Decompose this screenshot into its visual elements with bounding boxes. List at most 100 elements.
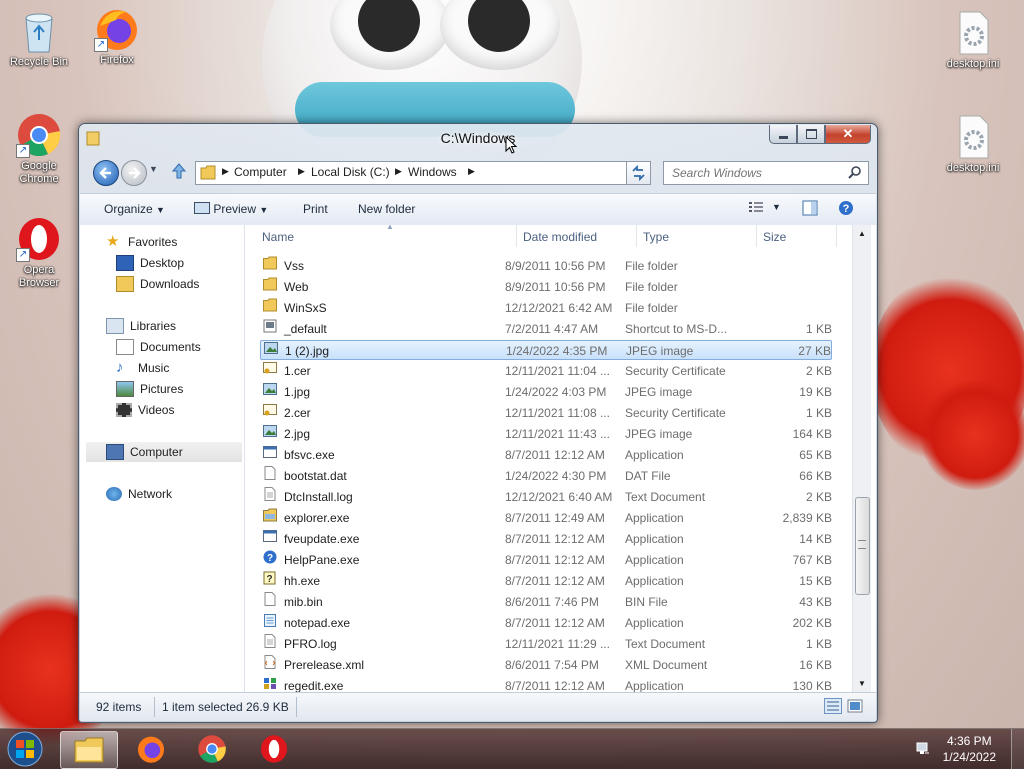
file-row[interactable]: ? hh.exe 8/7/2011 12:12 AM Application 15 KB [260,571,832,591]
taskbar-chrome-button[interactable] [184,731,240,767]
desktop-icon-desktop-ini[interactable]: desktop.ini [938,114,1008,175]
nav-favorites[interactable]: ★ Favorites [106,232,177,252]
nav-documents[interactable]: Documents [116,337,201,357]
up-arrow-icon[interactable] [171,162,187,183]
back-arrow-icon [99,167,111,179]
file-name: _default [284,322,327,336]
taskbar-opera-button[interactable] [246,731,302,767]
print-button[interactable]: Print [303,202,328,216]
file-size: 2 KB [805,490,832,504]
nav-label: Documents [140,340,201,354]
large-icons-view-button[interactable] [847,698,863,717]
search-icon[interactable] [848,165,862,182]
file-row[interactable]: _default 7/2/2011 4:47 AM Shortcut to MS-D… [260,319,832,339]
file-row[interactable]: notepad.exe 8/7/2011 12:12 AM Application 2… [260,613,832,633]
preview-button[interactable]: Preview ▼ [194,202,268,216]
taskbar-firefox-button[interactable] [123,731,179,767]
back-button[interactable] [93,160,119,186]
file-name: 1 (2).jpg [285,344,330,358]
file-row[interactable]: fveupdate.exe 8/7/2011 12:12 AM Applicatio… [260,529,832,549]
search-box[interactable] [663,161,869,185]
desktop-icon-recycle-bin[interactable]: Recycle Bin [4,8,74,69]
nav-label: Pictures [140,382,184,396]
image-icon [263,382,277,396]
file-row[interactable]: explorer.exe 8/7/2011 12:49 AM Application… [260,508,832,528]
show-desktop-button[interactable] [1011,729,1024,769]
nav-videos[interactable]: Videos [116,400,174,420]
breadcrumb-windows[interactable]: Windows [408,165,457,179]
column-headers: Name ▲ Date modified Type Size [246,225,844,249]
firefox-icon: ↗ [94,6,140,52]
column-date-header[interactable]: Date modified [523,230,597,244]
organize-button[interactable]: Organize ▼ [104,202,165,216]
file-row[interactable]: 1 (2).jpg 1/24/2022 4:35 PM JPEG image 27 K… [260,340,832,360]
nav-pictures[interactable]: Pictures [116,379,183,399]
breadcrumb-separator-icon: ▶ [395,166,402,176]
nav-desktop[interactable]: Desktop [116,253,184,273]
folder-icon [263,256,277,270]
help-button[interactable]: ? [838,200,854,219]
nav-music[interactable]: ♪ Music [116,358,169,378]
network-status-icon[interactable] [915,741,931,760]
desktop-icon-desktop-ini[interactable]: desktop.ini [938,10,1008,71]
desktop-icon-google-chrome[interactable]: ↗ Google Chrome [4,112,74,186]
nav-libraries[interactable]: Libraries [106,316,176,336]
desktop-icon-firefox[interactable]: ↗ Firefox [82,6,152,67]
file-row[interactable]: DtcInstall.log 12/12/2021 6:40 AM Text Doc… [260,487,832,507]
file-row[interactable]: 2.jpg 12/11/2021 11:43 ... JPEG image 164 K… [260,424,832,444]
view-options-chevron-icon[interactable]: ▼ [772,202,781,212]
column-name-header[interactable]: Name [262,230,294,244]
file-row[interactable]: WinSxS 12/12/2021 6:42 AM File folder [260,298,832,318]
scrollbar-thumb[interactable] [855,497,870,595]
system-clock[interactable]: 4:36 PM 1/24/2022 [943,733,996,765]
forward-button[interactable] [121,160,147,186]
address-bar[interactable]: ▶ Computer ▶ Local Disk (C:) ▶ Windows ▶… [195,161,651,185]
scroll-down-arrow-icon[interactable]: ▼ [858,679,866,688]
file-row[interactable]: 1.cer 12/11/2021 11:04 ... Security Certif… [260,361,832,381]
file-row[interactable]: 2.cer 12/11/2021 11:08 ... Security Certif… [260,403,832,423]
file-row[interactable]: Prerelease.xml 8/6/2011 7:54 PM XML Docume… [260,655,832,675]
nav-downloads[interactable]: Downloads [116,274,199,294]
column-type-header[interactable]: Type [643,230,669,244]
file-name: Web [284,280,309,294]
chevron-down-icon: ▼ [156,205,165,215]
start-button[interactable] [0,731,50,767]
column-size-header[interactable]: Size [763,230,786,244]
breadcrumb-local-disk[interactable]: Local Disk (C:) [311,165,390,179]
close-button[interactable]: ✕ [825,125,871,144]
breadcrumb-separator-icon: ▶ [468,166,475,176]
file-row[interactable]: Vss 8/9/2011 10:56 PM File folder [260,256,832,276]
refresh-button[interactable] [626,161,651,185]
new-folder-button[interactable]: New folder [358,202,415,216]
change-view-button[interactable] [748,200,764,217]
desktop-icon-opera[interactable]: ↗ Opera Browser [4,216,74,290]
file-name: DtcInstall.log [284,490,353,504]
search-input[interactable] [670,165,844,181]
nav-network[interactable]: Network [106,484,172,504]
nav-label: Music [138,361,170,375]
taskbar-explorer-button[interactable] [60,731,118,769]
file-row[interactable]: regedit.exe 8/7/2011 12:12 AM Application 1… [260,676,832,692]
file-row[interactable]: bfsvc.exe 8/7/2011 12:12 AM Application 65 … [260,445,832,465]
minimize-button[interactable] [769,125,797,144]
preview-pane-button[interactable] [802,200,818,219]
file-row[interactable]: ? HelpPane.exe 8/7/2011 12:12 AM Applicatio… [260,550,832,570]
details-view-icon [824,698,842,714]
details-view-button[interactable] [824,698,842,717]
breadcrumb-computer[interactable]: Computer [234,165,287,179]
file-row[interactable]: PFRO.log 12/11/2021 11:29 ... Text Documen… [260,634,832,654]
large-icons-view-icon [847,699,863,713]
svg-text:?: ? [266,574,272,585]
file-size: 1 KB [805,406,832,420]
recent-pages-chevron-icon[interactable]: ▼ [149,164,158,174]
nav-computer[interactable]: Computer [86,442,242,462]
file-row[interactable]: bootstat.dat 1/24/2022 4:30 PM DAT File 66 … [260,466,832,486]
file-size: 1 KB [805,322,832,336]
scroll-up-arrow-icon[interactable]: ▲ [858,229,866,238]
maximize-button[interactable] [797,125,825,144]
file-name: mib.bin [284,595,323,609]
vertical-scrollbar[interactable]: ▲ ▼ [852,225,871,692]
file-row[interactable]: Web 8/9/2011 10:56 PM File folder [260,277,832,297]
file-row[interactable]: mib.bin 8/6/2011 7:46 PM BIN File 43 KB [260,592,832,612]
file-row[interactable]: 1.jpg 1/24/2022 4:03 PM JPEG image 19 KB [260,382,832,402]
